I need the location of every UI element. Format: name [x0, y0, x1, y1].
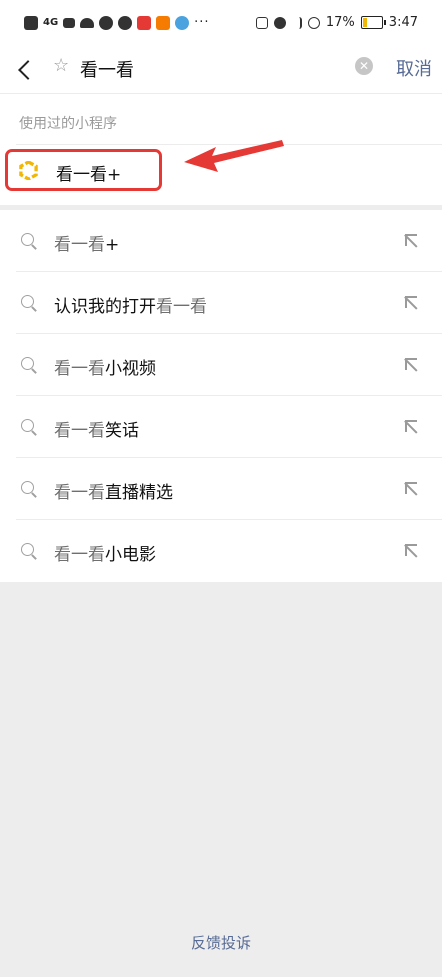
status-right: 17% 3:47	[255, 15, 418, 30]
status-left: 4G ···	[24, 15, 210, 30]
search-icon	[21, 295, 34, 308]
alarm-icon	[273, 16, 286, 29]
app-icon	[175, 15, 190, 30]
fill-query-icon[interactable]	[404, 482, 419, 496]
app-icon	[137, 15, 152, 30]
fill-query-icon[interactable]	[404, 234, 419, 248]
bluetooth-icon	[292, 16, 302, 29]
app-icon	[118, 15, 133, 30]
feedback-link[interactable]: 反馈投诉	[0, 932, 442, 953]
suggestion-item[interactable]: 看一看小电影	[0, 520, 442, 582]
more-indicator: ···	[194, 15, 210, 30]
suggestion-text: 看一看笑话	[54, 421, 139, 441]
notification-icon	[99, 15, 114, 30]
search-icon	[21, 419, 34, 432]
search-bar: ☆ 看一看 ✕ 取消	[0, 46, 442, 92]
fill-query-icon[interactable]	[404, 358, 419, 372]
suggestion-text: 看一看直播精选	[54, 483, 173, 503]
fill-query-icon[interactable]	[404, 420, 419, 434]
suggestion-item[interactable]: 看一看小视频	[0, 334, 442, 396]
battery-icon	[360, 16, 386, 29]
wifi-icon	[80, 17, 95, 28]
clear-icon[interactable]: ✕	[355, 57, 373, 75]
fill-query-icon[interactable]	[404, 544, 419, 558]
annotation-arrow-icon	[184, 140, 284, 172]
search-icon	[21, 543, 34, 556]
suggestion-text: 看一看+	[54, 235, 120, 255]
search-input[interactable]: 看一看	[80, 56, 134, 82]
mini-program-item[interactable]: 看一看+	[5, 149, 162, 191]
suggestion-text: 看一看小电影	[54, 545, 156, 565]
back-icon[interactable]	[14, 55, 38, 83]
suggestion-item[interactable]: 看一看+	[0, 210, 442, 272]
app-icon	[156, 15, 171, 30]
cancel-button[interactable]: 取消	[396, 55, 432, 81]
search-icon	[21, 233, 34, 246]
suggestion-item[interactable]: 看一看直播精选	[0, 458, 442, 520]
search-icon	[21, 357, 34, 370]
network-label: 4G	[43, 17, 59, 28]
suggestion-text: 认识我的打开看一看	[54, 297, 207, 317]
signal-icon	[63, 17, 76, 28]
clock: 3:47	[388, 15, 418, 30]
search-icon	[21, 481, 34, 494]
suggestion-item[interactable]: 看一看笑话	[0, 396, 442, 458]
hd-icon	[24, 15, 38, 30]
status-bar: 4G ··· 17% 3:47	[0, 0, 442, 46]
star-icon: ☆	[53, 55, 70, 76]
used-mini-programs-label: 使用过的小程序	[19, 116, 117, 132]
mute-icon	[307, 16, 320, 29]
battery-percent: 17%	[325, 15, 355, 30]
fill-query-icon[interactable]	[404, 296, 419, 310]
suggestion-item[interactable]: 认识我的打开看一看	[0, 272, 442, 334]
mini-program-logo-icon	[19, 161, 38, 180]
nfc-icon	[255, 16, 268, 29]
mini-program-label: 看一看+	[56, 165, 122, 185]
suggestion-text: 看一看小视频	[54, 359, 156, 379]
divider	[0, 93, 442, 94]
